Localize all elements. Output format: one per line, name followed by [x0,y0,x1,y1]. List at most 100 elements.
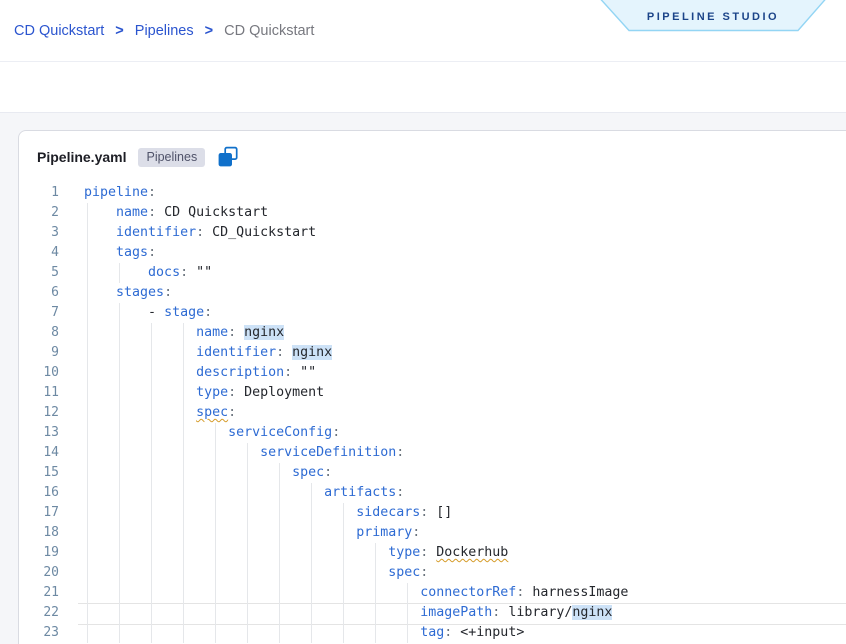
code-text: primary: [84,523,420,543]
code-token: Deployment [244,385,324,400]
code-text: spec: [84,463,332,483]
code-text: type: Deployment [84,383,324,403]
breadcrumb-pipelines-link[interactable]: Pipelines [135,23,194,39]
code-line[interactable]: 6 stages: [19,283,846,303]
code-text: name: CD Quickstart [84,203,268,223]
code-token: identifier [196,345,276,360]
code-line[interactable]: 5 docs: "" [19,263,846,283]
code-token: : [332,425,340,440]
code-line[interactable]: 15 spec: [19,463,846,483]
code-token: type [388,545,420,560]
code-token: : [148,245,156,260]
yaml-editor-header: Pipeline.yaml Pipelines [37,145,239,169]
code-line[interactable]: 18 primary: [19,523,846,543]
code-token: imagePath [420,605,492,620]
line-number: 18 [19,523,59,543]
code-line[interactable]: 11 type: Deployment [19,383,846,403]
copy-yaml-button[interactable] [217,146,239,168]
breadcrumb-separator-icon: > [115,23,123,39]
code-text: imagePath: library/nginx [84,603,612,623]
code-area[interactable]: 1pipeline:2 name: CD Quickstart3 identif… [19,183,846,644]
line-number: 5 [19,263,59,283]
code-line[interactable]: 17 sidecars: [] [19,503,846,523]
entity-type-badge: Pipelines [138,148,205,167]
code-token: tag [420,625,444,640]
code-line[interactable]: 20 spec: [19,563,846,583]
line-number: 8 [19,323,59,343]
line-number: 20 [19,563,59,583]
code-line[interactable]: 9 identifier: nginx [19,343,846,363]
code-text: serviceConfig: [84,423,340,443]
code-token: : [516,585,532,600]
code-text: identifier: CD_Quickstart [84,223,316,243]
line-number: 10 [19,363,59,383]
code-token: harnessImage [532,585,628,600]
line-number: 23 [19,623,59,643]
code-token: "" [196,265,212,280]
code-token: nginx [292,345,332,360]
code-token: name [116,205,148,220]
copy-icon [217,146,239,168]
code-token: spec [388,565,420,580]
code-token: : [228,325,244,340]
code-line[interactable]: 12 spec: [19,403,846,423]
code-token: type [196,385,228,400]
code-token: : [396,445,404,460]
code-token: : [228,405,236,420]
breadcrumb-project-link[interactable]: CD Quickstart [14,23,104,39]
code-text: sidecars: [] [84,503,452,523]
code-line[interactable]: 3 identifier: CD_Quickstart [19,223,846,243]
code-token: serviceConfig [228,425,332,440]
code-token: : [444,625,460,640]
code-line-current[interactable]: 22 imagePath: library/nginx [19,603,846,623]
code-token: identifier [116,225,196,240]
code-line[interactable]: 13 serviceConfig: [19,423,846,443]
code-token: description [196,365,284,380]
code-token: primary [356,525,412,540]
content-area: Pipeline.yaml Pipelines 1pipeline:2 name… [0,113,846,644]
code-token: serviceDefinition [260,445,396,460]
code-token: sidecars [356,505,420,520]
code-line[interactable]: 19 type: Dockerhub [19,543,846,563]
code-token: : [412,525,420,540]
code-line[interactable]: 14 serviceDefinition: [19,443,846,463]
code-token: spec [196,405,228,420]
code-token: - [148,305,164,320]
code-token: <+input> [460,625,524,640]
code-text: stages: [84,283,172,303]
code-token: stage [164,305,204,320]
code-token: : [284,365,300,380]
code-line[interactable]: 23 tag: <+input> [19,623,846,643]
code-token: : [228,385,244,400]
code-token: pipeline [84,185,148,200]
code-line[interactable]: 21 connectorRef: harnessImage [19,583,846,603]
code-line[interactable]: 2 name: CD Quickstart [19,203,846,223]
title-bar: CD Quickstart 1 VISUAL YAML [0,62,846,113]
code-text: artifacts: [84,483,404,503]
code-line[interactable]: 7 - stage: [19,303,846,323]
code-token: : [420,565,428,580]
line-number: 13 [19,423,59,443]
code-token: CD_Quickstart [212,225,316,240]
code-line[interactable]: 16 artifacts: [19,483,846,503]
code-token: : [276,345,292,360]
line-number: 14 [19,443,59,463]
code-line[interactable]: 4 tags: [19,243,846,263]
code-token: : [396,485,404,500]
code-text: identifier: nginx [84,343,332,363]
code-text: pipeline: [84,183,156,203]
code-token: connectorRef [420,585,516,600]
line-number: 6 [19,283,59,303]
code-token: name [196,325,228,340]
code-token: : [324,465,332,480]
line-number: 3 [19,223,59,243]
code-text: tag: <+input> [84,623,524,643]
code-token: : [180,265,196,280]
code-line[interactable]: 8 name: nginx [19,323,846,343]
code-text: description: "" [84,363,316,383]
code-line[interactable]: 1pipeline: [19,183,846,203]
code-line[interactable]: 10 description: "" [19,363,846,383]
code-token: tags [116,245,148,260]
code-text: name: nginx [84,323,284,343]
breadcrumb-current-page: CD Quickstart [224,23,314,39]
